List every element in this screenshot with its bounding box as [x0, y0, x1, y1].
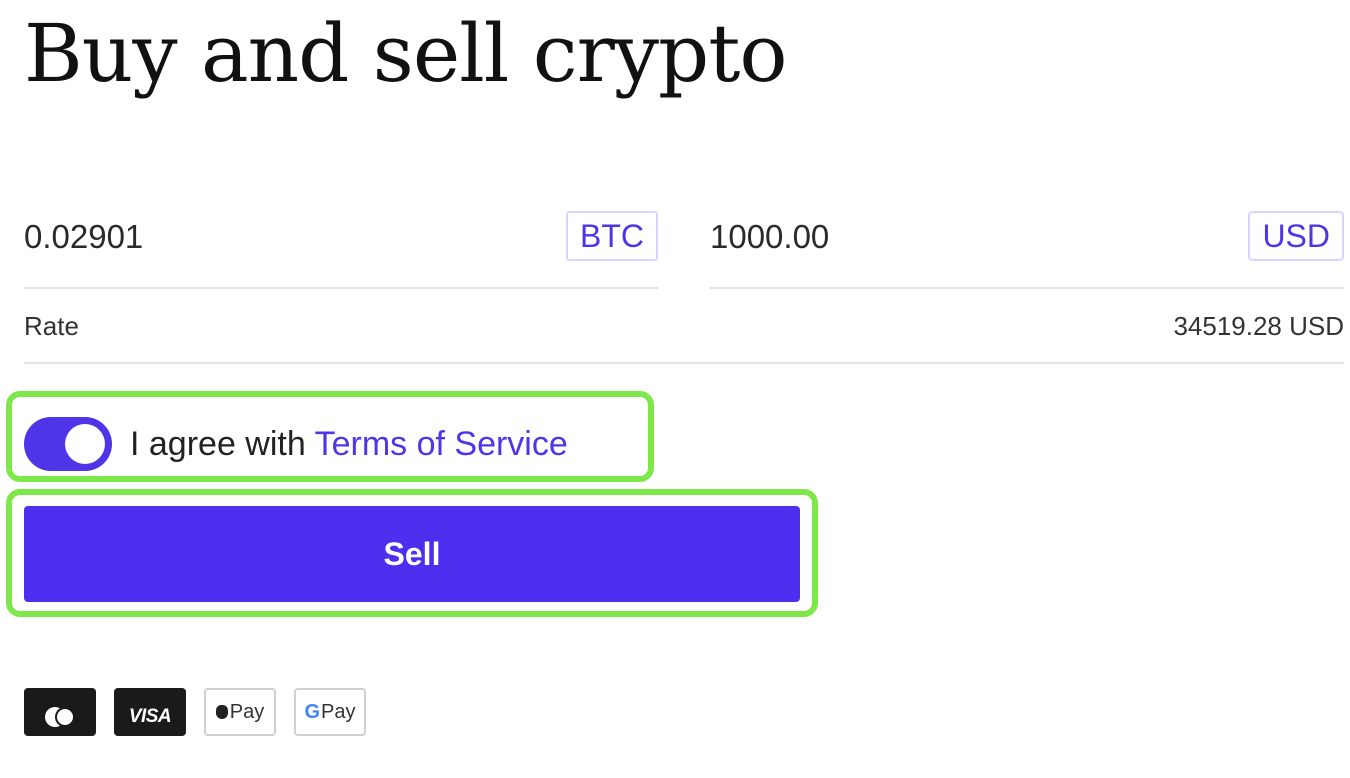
terms-prefix: I agree with	[130, 425, 315, 463]
rate-value: 34519.28 USD	[1173, 311, 1344, 341]
crypto-currency-select[interactable]: BTC	[566, 211, 658, 261]
crypto-amount-input[interactable]	[24, 217, 444, 257]
apple-pay-icon: Pay	[204, 688, 276, 736]
terms-of-service-link[interactable]: Terms of Service	[315, 425, 568, 463]
fiat-amount-input[interactable]	[710, 217, 1130, 257]
rate-label: Rate	[24, 311, 79, 341]
sell-button[interactable]: Sell	[24, 506, 800, 602]
crypto-amount-field: BTC	[24, 207, 658, 289]
rate-row: Rate 34519.28 USD	[24, 290, 1344, 364]
mastercard-icon	[24, 688, 96, 736]
page-title: Buy and sell crypto	[24, 7, 788, 100]
toggle-knob	[65, 424, 105, 464]
google-pay-label: Pay	[321, 700, 356, 723]
terms-agreement: I agree with Terms of Service	[24, 417, 568, 471]
terms-toggle[interactable]	[24, 417, 112, 471]
terms-agreement-text: I agree with Terms of Service	[130, 424, 568, 464]
fiat-currency-select[interactable]: USD	[1248, 211, 1344, 261]
payment-methods: VISA Pay GPay	[24, 688, 366, 736]
visa-icon: VISA	[114, 688, 186, 736]
google-logo-icon: G	[304, 700, 321, 723]
fiat-amount-field: USD	[710, 207, 1344, 289]
apple-logo-icon	[215, 704, 228, 719]
apple-pay-label: Pay	[229, 700, 265, 723]
visa-label: VISA	[128, 706, 172, 727]
google-pay-icon: GPay	[294, 688, 366, 736]
